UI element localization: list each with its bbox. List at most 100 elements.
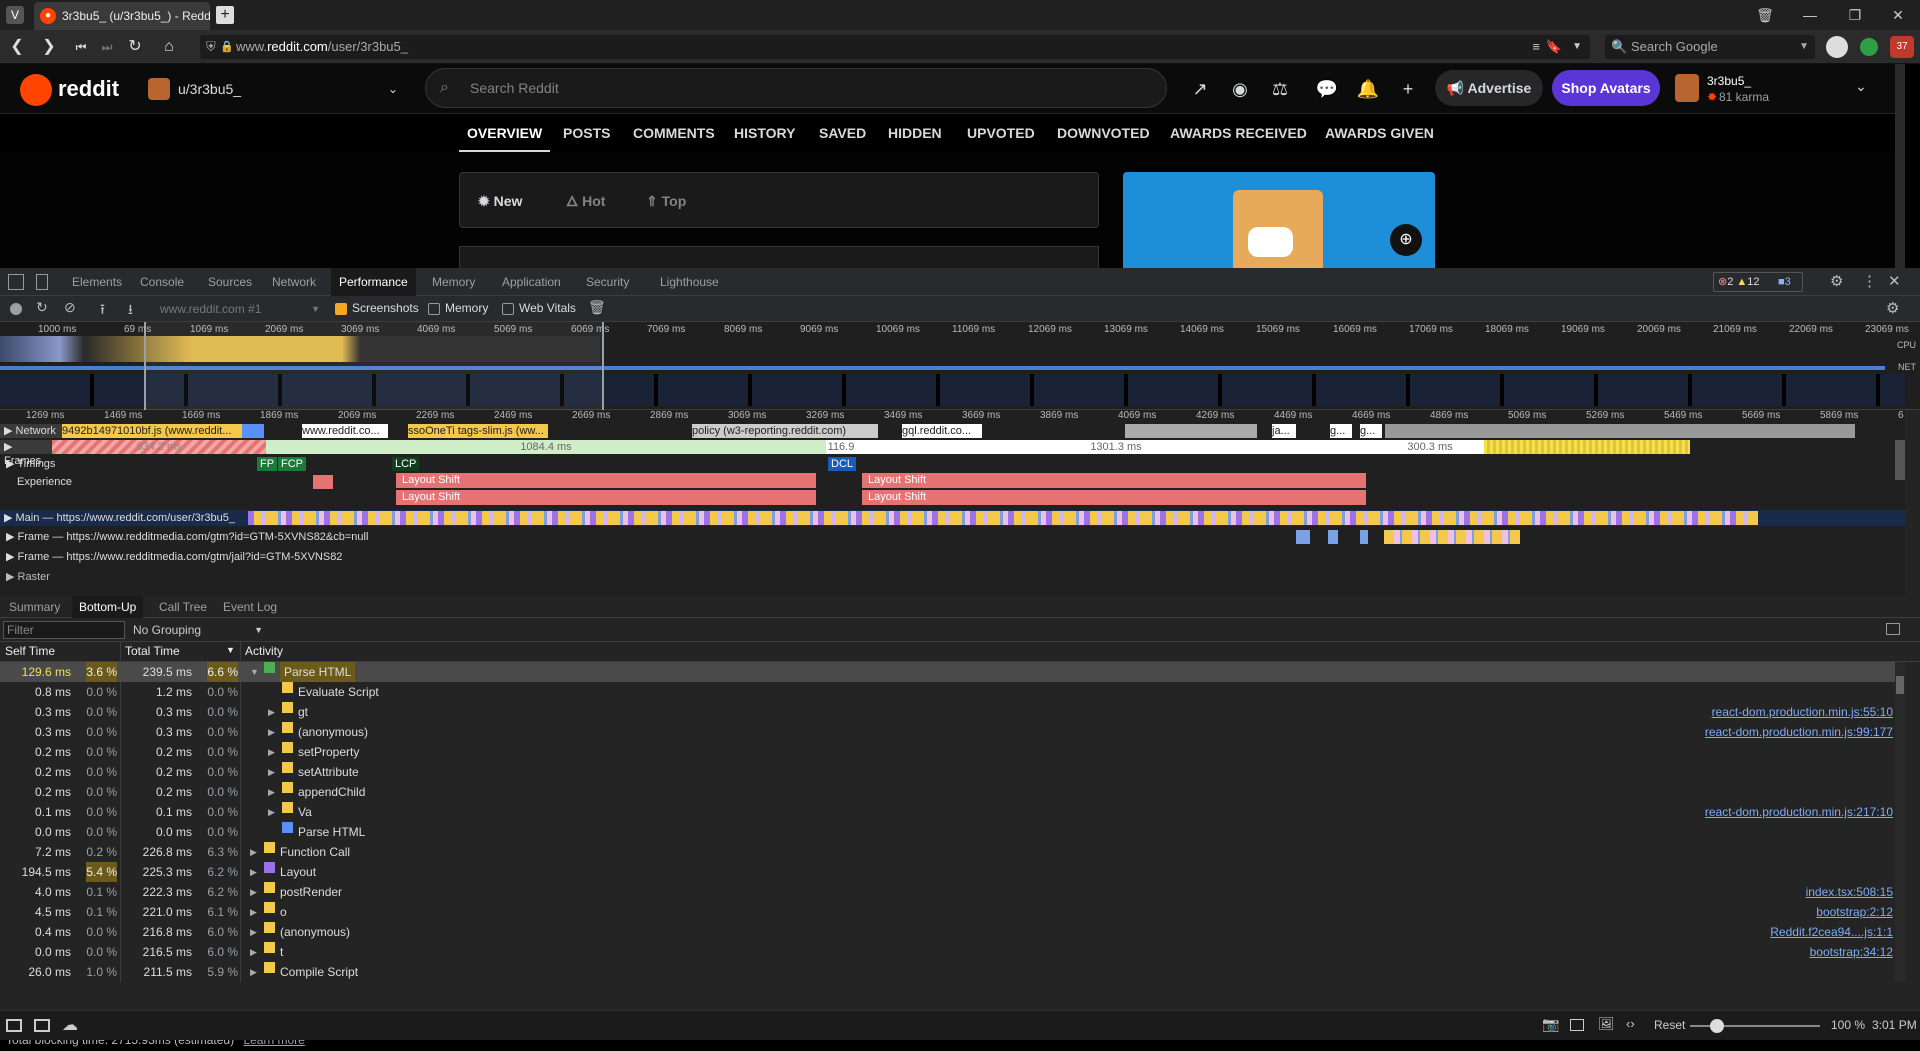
- close-window-button[interactable]: ✕: [1878, 4, 1918, 26]
- network-request[interactable]: [242, 424, 264, 438]
- flame-scrollbar[interactable]: [1895, 440, 1905, 480]
- raster-track[interactable]: ▶ Raster: [6, 570, 50, 584]
- gtm-activity[interactable]: [1296, 530, 1310, 544]
- devtools-tab-performance[interactable]: Performance: [331, 268, 416, 296]
- download-icon[interactable]: ⭳: [128, 299, 133, 323]
- table-row[interactable]: 0.3 ms 0.0 % 0.3 ms 0.0 % ▶ gt react-dom.produ…: [0, 702, 1905, 722]
- table-row[interactable]: 0.2 ms 0.0 % 0.2 ms 0.0 % ▶ setAttribute: [0, 762, 1905, 782]
- table-scrollbar[interactable]: [1895, 662, 1905, 982]
- source-link[interactable]: react-dom.production.min.js:55:10: [1712, 702, 1893, 722]
- layout-shift-bar[interactable]: Layout Shift: [396, 490, 816, 505]
- home-icon[interactable]: ⌂: [158, 36, 180, 58]
- network-request[interactable]: ssoOneTi tags-slim.js (ww...: [408, 424, 548, 438]
- forward-icon[interactable]: ❯: [38, 36, 60, 58]
- recording-select[interactable]: www.reddit.com #1 ▼: [160, 301, 320, 317]
- reload-icon[interactable]: ↻: [124, 36, 146, 58]
- column-divider[interactable]: [240, 642, 241, 661]
- expand-icon[interactable]: ▶: [250, 942, 257, 962]
- profile-nav-overview[interactable]: OVERVIEW: [459, 114, 551, 152]
- profile-nav-posts[interactable]: POSTS: [563, 114, 610, 152]
- table-row[interactable]: 194.5 ms 5.4 % 225.3 ms 6.2 % ▶ Layout: [0, 862, 1905, 882]
- messages-counter[interactable]: ■3: [1778, 272, 1810, 292]
- table-row[interactable]: 0.3 ms 0.0 % 0.3 ms 0.0 % ▶ (anonymous) react-…: [0, 722, 1905, 742]
- window-icon[interactable]: [1570, 1019, 1584, 1031]
- network-request[interactable]: www.reddit.co...: [302, 424, 388, 438]
- gtm-activity[interactable]: [1384, 530, 1520, 544]
- table-row[interactable]: 0.1 ms 0.0 % 0.1 ms 0.0 % ▶ Va react-dom.produ…: [0, 802, 1905, 822]
- user-dropdown[interactable]: u/3r3bu5_ ⌄: [148, 74, 398, 104]
- devtools-close-icon[interactable]: ✕: [1888, 272, 1901, 290]
- browser-menu-icon[interactable]: V: [6, 6, 24, 24]
- device-toolbar-icon[interactable]: [36, 274, 48, 290]
- table-row[interactable]: 0.4 ms 0.0 % 216.8 ms 6.0 % ▶ (anonymous) Redd…: [0, 922, 1905, 942]
- frame[interactable]: 1301.3 ms: [856, 440, 1376, 454]
- total-time-header[interactable]: Total Time: [125, 644, 180, 658]
- devtools-tab-network[interactable]: Network: [264, 268, 324, 296]
- record-icon[interactable]: [10, 303, 22, 315]
- table-row[interactable]: 0.2 ms 0.0 % 0.2 ms 0.0 % ▶ appendChild: [0, 782, 1905, 802]
- expand-icon[interactable]: ▶: [250, 862, 257, 882]
- expand-icon[interactable]: ▶: [268, 802, 275, 822]
- column-divider[interactable]: [120, 642, 121, 661]
- zoom-slider-thumb[interactable]: [1710, 1019, 1724, 1033]
- table-row[interactable]: 129.6 ms 3.6 % 239.5 ms 6.6 % ▼ Parse HTML: [0, 662, 1905, 682]
- devtools-tab-lighthouse[interactable]: Lighthouse: [652, 268, 727, 296]
- expand-icon[interactable]: ▶: [268, 742, 275, 762]
- profile-nav-comments[interactable]: COMMENTS: [633, 114, 715, 152]
- expand-icon[interactable]: ▶: [268, 782, 275, 802]
- webvitals-checkbox[interactable]: [502, 303, 514, 315]
- reload-record-icon[interactable]: ↻: [36, 299, 48, 316]
- frame[interactable]: 1084.4 ms: [266, 440, 826, 454]
- frame[interactable]: 116.9 ms: [826, 440, 856, 454]
- devtools-tab-console[interactable]: Console: [132, 268, 192, 296]
- expand-icon[interactable]: ▶: [250, 962, 257, 982]
- network-request[interactable]: gql.reddit.co...: [902, 424, 982, 438]
- gtm-activity[interactable]: [1328, 530, 1338, 544]
- fcp-marker[interactable]: FCP: [278, 457, 306, 471]
- lcp-marker[interactable]: LCP: [392, 457, 420, 471]
- reader-icon[interactable]: ≡: [1532, 35, 1540, 59]
- table-row[interactable]: 0.0 ms 0.0 % 0.0 ms 0.0 % Parse HTML: [0, 822, 1905, 842]
- dcl-marker[interactable]: DCL: [828, 457, 857, 471]
- table-row[interactable]: 0.8 ms 0.0 % 1.2 ms 0.0 % Evaluate Script: [0, 682, 1905, 702]
- filter-input[interactable]: Filter: [3, 621, 125, 639]
- page-scrollbar[interactable]: [1895, 64, 1905, 268]
- devtools-settings-icon[interactable]: ⚙: [1830, 272, 1843, 290]
- devtools-tab-security[interactable]: Security: [578, 268, 637, 296]
- profile-nav-history[interactable]: HISTORY: [734, 114, 795, 152]
- memory-checkbox[interactable]: [428, 303, 440, 315]
- network-request[interactable]: 9492b1497101​0bf.js (www.reddit...: [62, 424, 242, 438]
- network-track-header[interactable]: ▶ Network: [0, 424, 62, 438]
- bottom-tab-call-tree[interactable]: Call Tree: [152, 596, 214, 618]
- source-link[interactable]: react-dom.production.min.js:217:10: [1705, 802, 1893, 822]
- browser-tab[interactable]: ● 3r3bu5_ (u/3r3bu5_) - Redd: [34, 2, 210, 30]
- table-row[interactable]: 4.5 ms 0.1 % 221.0 ms 6.1 % ▶ o bootstrap:2:12: [0, 902, 1905, 922]
- fast-forward-icon[interactable]: ⏭: [96, 36, 118, 58]
- zoom-reset-button[interactable]: Reset: [1654, 1018, 1685, 1032]
- rewind-icon[interactable]: ⏮: [70, 36, 92, 58]
- timings-track-header[interactable]: ▶ Timings: [6, 457, 55, 471]
- expand-icon[interactable]: ▶: [250, 922, 257, 942]
- address-bar[interactable]: ⛨ 🔒 www.reddit.com/user/3r3bu5_ ≡ 🔖 ▼: [200, 35, 1590, 59]
- image-toggle-icon[interactable]: 🖼: [1598, 1016, 1615, 1032]
- notification-bell-icon[interactable]: 🔔: [1356, 77, 1380, 101]
- devtools-more-icon[interactable]: ⋮: [1862, 272, 1877, 290]
- profile-nav-hidden[interactable]: HIDDEN: [888, 114, 942, 152]
- capture-icon[interactable]: 📷: [1542, 1016, 1559, 1033]
- expand-icon[interactable]: ▶: [250, 902, 257, 922]
- screenshots-checkbox[interactable]: [335, 303, 347, 315]
- new-tab-button[interactable]: +: [216, 6, 234, 24]
- main-thread-activity[interactable]: [248, 511, 1758, 525]
- chat-icon[interactable]: 💬: [1315, 77, 1339, 101]
- collect-garbage-icon[interactable]: 🗑: [588, 299, 606, 316]
- table-row[interactable]: 0.0 ms 0.0 % 216.5 ms 6.0 % ▶ t bootstrap:34:1…: [0, 942, 1905, 962]
- extension-icon[interactable]: [1860, 38, 1878, 56]
- table-row[interactable]: 4.0 ms 0.1 % 222.3 ms 6.2 % ▶ postRender index…: [0, 882, 1905, 902]
- selection-window[interactable]: [144, 322, 604, 410]
- source-link[interactable]: react-dom.production.min.js:99:177: [1705, 722, 1893, 742]
- timeline-overview[interactable]: CPU NET 1000 ms 69 ms 1069 ms 2069 ms 3069 m…: [0, 322, 1920, 410]
- minimize-button[interactable]: —: [1790, 4, 1830, 26]
- frames-track-header[interactable]: ▶ Frames: [0, 440, 52, 467]
- gtm-activity[interactable]: [1360, 530, 1368, 544]
- table-row[interactable]: 0.2 ms 0.0 % 0.2 ms 0.0 % ▶ setProperty: [0, 742, 1905, 762]
